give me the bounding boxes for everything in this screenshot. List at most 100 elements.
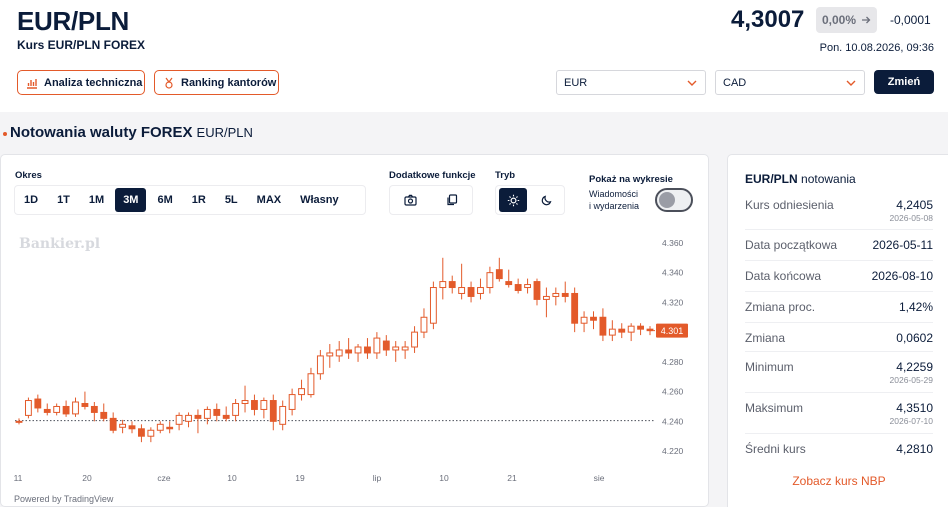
extra-functions-label: Dodatkowe funkcje [389,170,476,181]
candle-down [514,284,522,291]
change-absolute: -0,0001 [890,13,931,27]
x-tick-label: 11 [14,473,23,483]
x-tick-label: 10 [439,473,449,483]
period-button-1d[interactable]: 1D [16,188,46,212]
y-tick-label: 4.320 [662,297,684,307]
chevron-down-icon [687,80,697,86]
candle-up [429,287,437,324]
exchange-ranking-button[interactable]: Ranking kantorów [154,70,279,95]
copy-icon [446,194,457,206]
quote-row-label: Data początkowa [745,238,838,252]
quote-row: Minimum 4,2259 2026-05-29 [745,360,933,390]
technical-analysis-label: Analiza techniczna [44,76,143,89]
candle-up [486,272,494,289]
quote-row: Średni kurs 4,2810 [745,442,933,472]
page-title: EUR/PLN [17,6,130,36]
mode-label: Tryb [495,170,516,181]
exchange-ranking-label: Ranking kantorów [181,76,277,89]
period-button-3m[interactable]: 3M [115,188,147,212]
candle-down [382,340,390,351]
period-button-max[interactable]: MAX [249,188,289,212]
candle-down [599,316,607,336]
quote-row-label: Minimum [745,360,794,374]
period-button-5l[interactable]: 5L [217,188,246,212]
quote-row-value: 2026-05-11 [872,238,934,252]
medal-icon [163,77,175,89]
candle-down [618,328,626,333]
candle-down [222,414,230,419]
candle-up [392,346,400,351]
candle-up [185,414,192,422]
quote-row-date: 2026-05-08 [889,213,933,223]
currency-to-select[interactable]: CAD [715,70,865,95]
period-button-1r[interactable]: 1R [184,188,214,212]
quote-row-value: 4,2405 [896,198,933,212]
light-mode-button[interactable] [499,188,527,212]
candlestick-chart[interactable]: Bankier.pl4.3604.3404.3204.3004.2804.260… [0,230,708,488]
quote-row: Kurs odniesienia 4,2405 2026-05-08 [745,198,933,228]
currency-from-select[interactable]: EUR [556,70,706,95]
quote-row: Data początkowa 2026-05-11 [745,238,933,268]
currency-from-value: EUR [564,76,588,89]
section-title: Notowania waluty FOREX EUR/PLN [10,124,253,141]
candle-down [138,428,145,437]
candle-up [298,388,305,396]
quote-row-label: Zmiana proc. [745,300,816,314]
period-button-własny[interactable]: Własny [292,188,347,212]
candle-down [448,281,456,289]
candle-up [156,423,164,431]
candle-up [53,405,61,413]
candle-up [203,408,211,419]
x-tick-label: 21 [507,473,517,483]
change-pair-button[interactable]: Zmień [874,70,934,94]
quote-row-value: 4,2810 [896,442,933,456]
mode-group [495,185,565,215]
news-toggle-line2: i wydarzenia [589,201,640,211]
screenshot-button[interactable] [398,188,423,212]
quote-card-title: EUR/PLN notowania [745,172,856,186]
quote-row-divider [745,433,933,434]
quote-row-divider [745,322,933,323]
candle-up [335,349,343,357]
quote-row-label: Średni kurs [745,442,806,456]
quote-row-value: 4,3510 [896,401,933,415]
nbp-rate-link[interactable]: Zobacz kurs NBP [745,474,933,488]
candle-up [477,287,484,294]
candle-up [458,287,466,294]
candle-up [401,346,409,351]
candle-down [467,287,475,297]
candle-down [251,400,258,410]
news-events-toggle[interactable] [655,188,693,212]
dark-mode-button[interactable] [533,188,561,212]
candle-up [241,400,249,405]
candle-down [637,325,645,330]
chart-watermark: Bankier.pl [19,236,100,252]
candle-down [364,346,371,354]
quote-row-label: Data końcowa [745,269,822,283]
candle-up [147,429,155,437]
candle-up [608,328,616,336]
y-tick-label: 4.260 [662,387,684,397]
candle-up [72,401,79,415]
x-tick-label: sie [594,473,605,483]
page-subtitle: Kurs EUR/PLN FOREX [17,38,146,52]
period-button-1t[interactable]: 1T [49,188,78,212]
copy-button[interactable] [439,188,464,212]
quote-card-pair: EUR/PLN [745,172,798,186]
candle-up [439,281,447,289]
technical-analysis-button[interactable]: Analiza techniczna [17,70,145,95]
quote-row-value: 4,2259 [896,360,933,374]
period-button-1m[interactable]: 1M [81,188,112,212]
change-percent-value: 0,00% [821,13,857,27]
candle-up [260,400,268,410]
quote-card-suffix: notowania [801,172,856,186]
candle-down [345,349,353,354]
candle-down [62,405,70,415]
candle-up [326,352,334,357]
y-tick-label: 4.340 [662,268,684,278]
period-button-6m[interactable]: 6M [149,188,180,212]
x-tick-label: 19 [295,473,305,483]
candle-down [43,408,51,413]
candle-down [81,403,89,407]
quote-row-divider [745,229,933,230]
